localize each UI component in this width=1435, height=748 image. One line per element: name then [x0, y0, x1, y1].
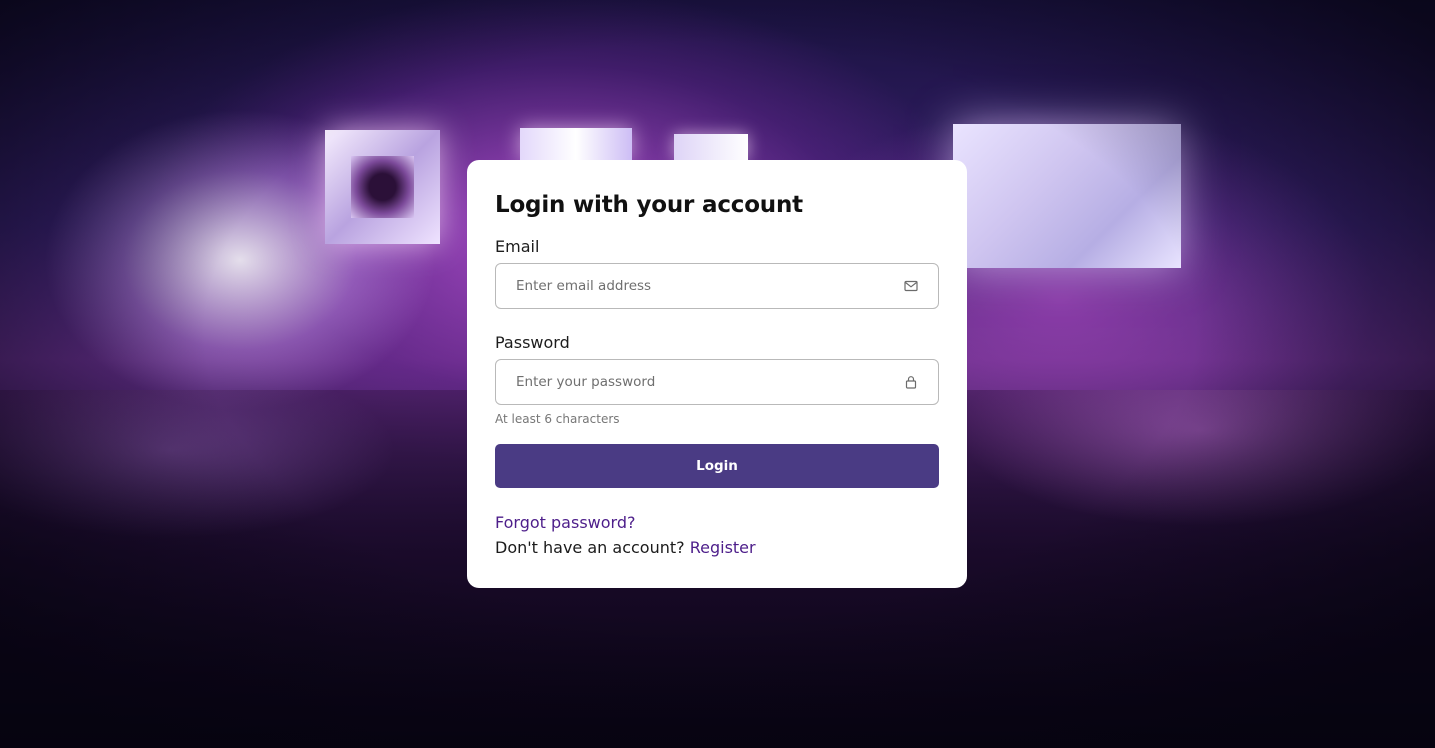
email-field-wrapper [495, 263, 939, 309]
password-field-wrapper [495, 359, 939, 405]
password-label: Password [495, 333, 570, 352]
email-input[interactable] [496, 264, 938, 308]
mail-icon [904, 280, 918, 292]
lock-icon [905, 376, 917, 389]
login-title: Login with your account [495, 192, 803, 218]
forgot-password-link[interactable]: Forgot password? [495, 512, 635, 534]
register-prompt-text: Don't have an account? [495, 538, 685, 557]
password-input[interactable] [496, 360, 938, 404]
register-prompt: Don't have an account? Register [495, 537, 939, 559]
login-card: Login with your account Email Password A… [467, 160, 967, 588]
email-label: Email [495, 237, 540, 256]
register-link[interactable]: Register [690, 538, 756, 557]
password-hint: At least 6 characters [495, 412, 620, 426]
login-button[interactable]: Login [495, 444, 939, 488]
